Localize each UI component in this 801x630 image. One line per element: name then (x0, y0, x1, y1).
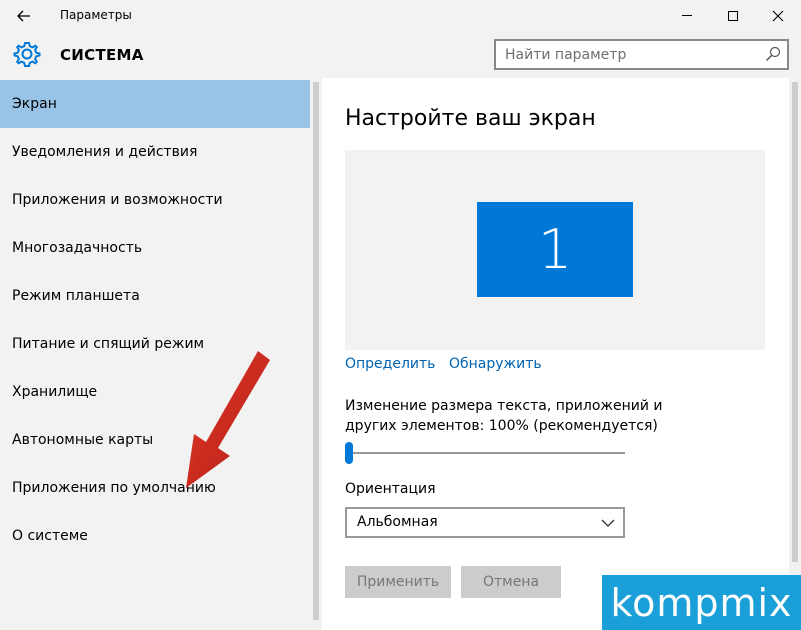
identify-link[interactable]: Определить (345, 356, 435, 372)
main-scrollbar[interactable] (789, 78, 801, 630)
minimize-icon (682, 15, 692, 16)
orientation-label: Ориентация (345, 481, 436, 497)
arrow-left-icon (17, 10, 30, 22)
red-arrow-icon (186, 351, 270, 488)
chevron-down-icon (601, 519, 615, 527)
main-panel: Настройте ваш экран 1 Определить Обнаруж… (322, 78, 801, 630)
sidebar-scrollbar[interactable] (310, 78, 322, 630)
search-icon[interactable] (765, 46, 781, 62)
search-input[interactable] (496, 41, 761, 68)
window-title: Параметры (60, 8, 132, 22)
settings-window: Параметры СИСТЕМА Экран Ув (0, 0, 801, 630)
sidebar-scrollbar-thumb[interactable] (313, 82, 319, 620)
watermark-logo: kompmix (602, 575, 801, 630)
scale-slider-track[interactable] (345, 452, 625, 454)
apply-button[interactable]: Применить (345, 566, 451, 598)
settings-header: СИСТЕМА (0, 32, 801, 78)
close-button[interactable] (755, 0, 801, 32)
section-title: СИСТЕМА (60, 46, 144, 64)
display-preview: 1 (345, 150, 765, 350)
maximize-button[interactable] (710, 0, 756, 32)
title-bar: Параметры (0, 0, 801, 32)
sidebar-item-notifications[interactable]: Уведомления и действия (0, 128, 310, 176)
cancel-button[interactable]: Отмена (461, 566, 561, 598)
maximize-icon (728, 11, 738, 21)
sidebar-item-about[interactable]: О системе (0, 512, 310, 560)
gear-icon (13, 42, 41, 67)
monitor-tile[interactable]: 1 (477, 202, 633, 297)
sidebar-item-tablet-mode[interactable]: Режим планшета (0, 272, 310, 320)
sidebar-item-multitasking[interactable]: Многозадачность (0, 224, 310, 272)
orientation-value: Альбомная (357, 514, 438, 530)
minimize-button[interactable] (664, 0, 710, 32)
scale-slider-thumb[interactable] (345, 442, 353, 464)
sidebar-item-screen[interactable]: Экран (0, 80, 310, 128)
scale-label: Изменение размера текста, приложений и д… (345, 398, 663, 434)
close-icon (772, 10, 784, 22)
orientation-select[interactable]: Альбомная (345, 507, 625, 538)
sidebar-item-apps-features[interactable]: Приложения и возможности (0, 176, 310, 224)
main-scrollbar-thumb[interactable] (792, 82, 798, 562)
search-box[interactable] (494, 39, 789, 70)
detect-link[interactable]: Обнаружить (449, 356, 542, 372)
page-title: Настройте ваш экран (345, 106, 596, 131)
scale-slider[interactable] (345, 441, 625, 465)
back-button[interactable] (8, 2, 40, 30)
